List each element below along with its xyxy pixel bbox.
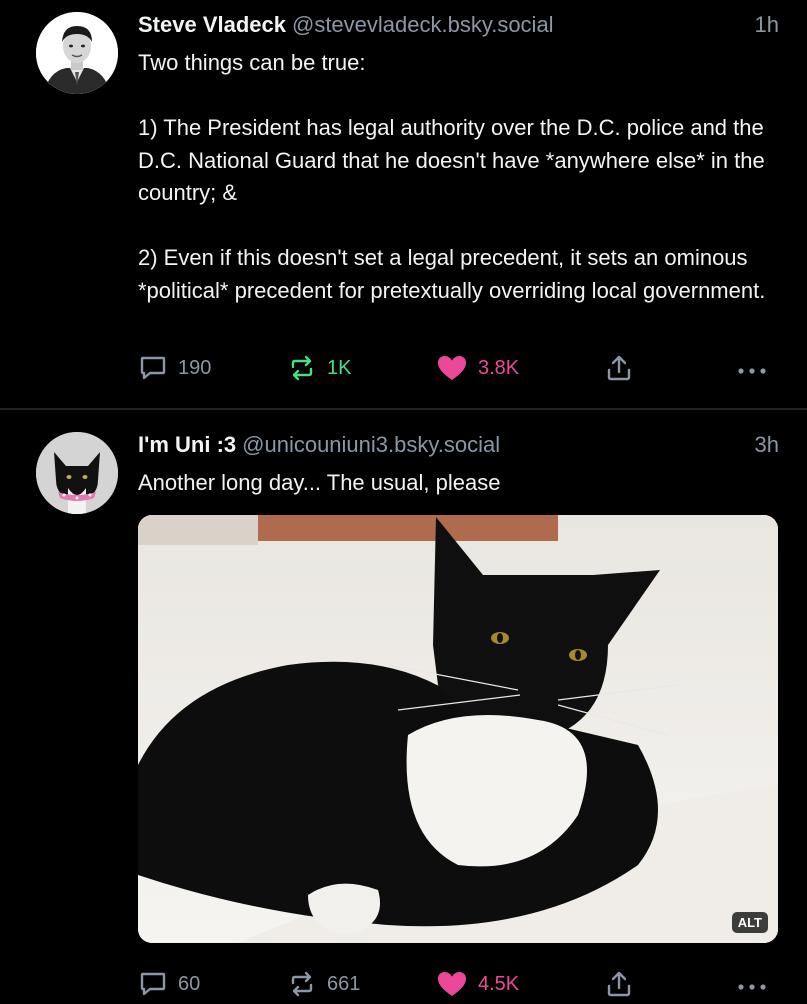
more-options-button[interactable] [736,964,768,1004]
repost-count: 661 [327,972,361,995]
like-count: 4.5K [478,972,520,995]
reply-icon [140,972,166,996]
more-options-button[interactable] [736,348,768,388]
repost-button[interactable]: 1K [287,348,351,388]
avatar-portrait-icon [36,12,118,94]
repost-icon [291,971,313,997]
avatar[interactable] [36,432,118,514]
author-name[interactable]: I'm Uni :3 [138,432,236,457]
more-dots-icon [738,984,766,990]
like-count: 3.8K [478,356,520,379]
alt-badge[interactable]: ALT [731,912,768,933]
post-image[interactable]: ALT [138,515,778,943]
share-button[interactable] [604,964,634,1004]
author-handle[interactable]: @unicouniuni3.bsky.social [242,432,500,457]
heart-filled-icon [438,972,466,996]
post-actions: 60 661 4.5K [138,964,778,1004]
reply-icon [140,356,166,380]
author-handle[interactable]: @stevevladeck.bsky.social [292,12,554,37]
post-time[interactable]: 3h [755,430,779,460]
post-unicouniuni3[interactable]: I'm Uni :3 @unicouniuni3.bsky.social 3h A… [0,410,807,1000]
author-name[interactable]: Steve Vladeck [138,12,286,37]
share-icon [607,355,631,381]
reply-button[interactable]: 190 [138,348,211,388]
like-button[interactable]: 4.5K [436,964,519,1004]
more-dots-icon [738,368,766,374]
avatar-cat-icon [36,432,118,514]
heart-filled-icon [438,356,466,380]
reply-button[interactable]: 60 [138,964,200,1004]
reply-count: 190 [178,356,212,379]
cat-photo-icon [138,515,778,943]
post-actions: 190 1K 3.8K [138,348,778,388]
post-text: Two things can be true: 1) The President… [138,50,766,303]
repost-icon [291,355,313,381]
post-text: Another long day... The usual, please [138,470,501,495]
post-header: I'm Uni :3 @unicouniuni3.bsky.social 3h [138,430,779,460]
share-icon [607,971,631,997]
like-button[interactable]: 3.8K [436,348,519,388]
post-time[interactable]: 1h [755,10,779,40]
post-stevevladeck[interactable]: Steve Vladeck @stevevladeck.bsky.social 1… [0,0,807,409]
repost-button[interactable]: 661 [287,964,360,1004]
post-header: Steve Vladeck @stevevladeck.bsky.social 1… [138,10,779,40]
reply-count: 60 [178,972,201,995]
repost-count: 1K [327,356,352,379]
share-button[interactable] [604,348,634,388]
avatar[interactable] [36,12,118,94]
